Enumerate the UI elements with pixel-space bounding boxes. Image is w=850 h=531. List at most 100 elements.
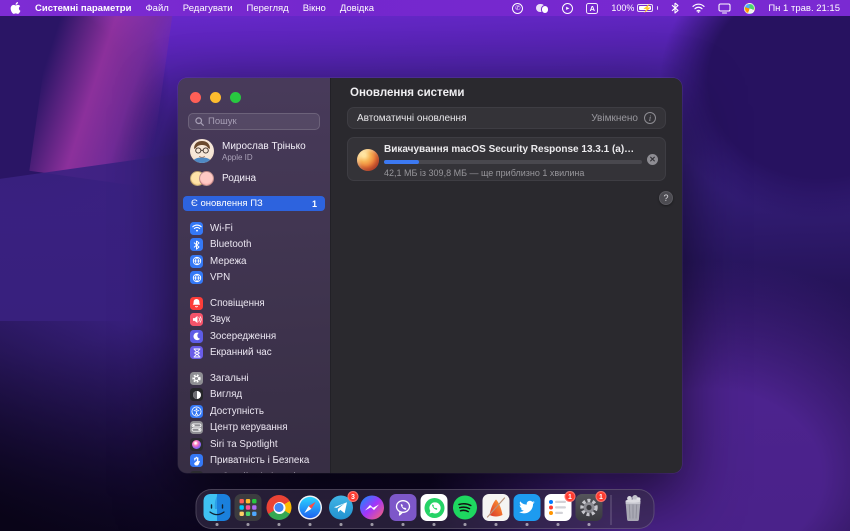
bluetooth-icon[interactable] — [671, 2, 679, 14]
dock-item-launchpad[interactable] — [234, 494, 263, 526]
menubar-app-name[interactable]: Системні параметри — [35, 3, 131, 14]
speaker-icon — [190, 313, 203, 326]
sidebar-item-label: Сповіщення — [210, 298, 265, 309]
running-indicator — [557, 523, 560, 526]
bluetooth-icon — [190, 238, 203, 251]
help-button[interactable]: ? — [659, 191, 673, 205]
menu-edit[interactable]: Редагувати — [183, 3, 233, 14]
running-indicator — [464, 523, 467, 526]
search-icon — [195, 113, 204, 131]
sidebar-item-software-update[interactable]: Є оновлення ПЗ 1 — [183, 196, 325, 211]
wifi-icon[interactable] — [692, 2, 705, 14]
play-circle-menu-icon[interactable]: ▸ — [562, 3, 573, 14]
dock-item-pixelmator[interactable] — [482, 494, 511, 526]
dock-item-safari[interactable] — [296, 494, 325, 526]
dock-item-viber[interactable] — [389, 494, 418, 526]
menu-file[interactable]: Файл — [145, 3, 168, 14]
sidebar-item-vpn[interactable]: VPN — [188, 270, 320, 287]
globe-icon — [190, 271, 203, 284]
download-status: 42,1 МБ із 309,8 МБ — ще приблизно 1 хви… — [384, 168, 656, 178]
sidebar-item-label: Загальні — [210, 373, 249, 384]
dock: 3 — [196, 489, 655, 529]
pixelmator-icon — [483, 494, 510, 521]
dock-item-spotify[interactable] — [451, 494, 480, 526]
close-window-button[interactable] — [190, 92, 201, 103]
sidebar-item-network[interactable]: Мережа — [188, 253, 320, 270]
display-menu-icon[interactable] — [718, 2, 731, 14]
dock-item-telegram[interactable]: 3 — [327, 494, 356, 526]
dock-item-finder[interactable] — [203, 494, 232, 526]
running-indicator — [371, 523, 374, 526]
sidebar-item-control-center[interactable]: Центр керування — [188, 420, 320, 437]
wifi-icon — [190, 222, 203, 235]
sidebar-item-desktop-dock[interactable]: Робочий стіл і Dock — [188, 469, 320, 473]
download-progress-bar — [384, 160, 642, 164]
sidebar-item-label: VPN — [210, 272, 230, 283]
automatic-updates-label: Автоматичні оновлення — [357, 113, 467, 124]
sidebar-item-appearance[interactable]: Вигляд — [188, 387, 320, 404]
zoom-window-button[interactable] — [230, 92, 241, 103]
minimize-window-button[interactable] — [210, 92, 221, 103]
sidebar-item-bluetooth[interactable]: Bluetooth — [188, 237, 320, 254]
dock-item-chrome[interactable] — [265, 494, 294, 526]
avatar — [190, 139, 214, 163]
software-update-badge: 1 — [312, 199, 317, 209]
dock-item-trash[interactable] — [619, 494, 648, 521]
sidebar-item-accessibility[interactable]: Доступність — [188, 403, 320, 420]
battery-icon[interactable]: 100% ⚡ — [611, 2, 658, 14]
dock-item-system-settings[interactable]: 1 — [575, 494, 604, 526]
settings-content: Оновлення системи Автоматичні оновлення … — [330, 78, 682, 473]
apple-id-row[interactable]: Мирослав Трінько Apple ID — [188, 139, 320, 163]
dock-item-twitter[interactable] — [513, 494, 542, 526]
sidebar-item-wifi[interactable]: Wi-Fi — [188, 220, 320, 237]
system-settings-window: Пошук Мирослав Трінько Apple ID Родина Є… — [178, 78, 682, 473]
family-avatars — [190, 171, 214, 186]
safari-icon — [297, 494, 324, 521]
battery-cap — [657, 6, 659, 10]
keyboard-layout-icon[interactable]: A — [586, 3, 598, 14]
dock-item-whatsapp[interactable] — [420, 494, 449, 526]
running-indicator — [402, 523, 405, 526]
sidebar-item-sound[interactable]: Звук — [188, 312, 320, 329]
menu-window[interactable]: Вікно — [303, 3, 326, 14]
profile-name: Мирослав Трінько — [222, 141, 306, 152]
sidebar-item-label: Центр керування — [210, 422, 288, 433]
app-status-icon[interactable] — [744, 3, 755, 14]
launchpad-icon — [235, 494, 262, 521]
running-indicator — [526, 523, 529, 526]
desktop: Системні параметри Файл Редагувати Перег… — [0, 0, 850, 531]
page-title: Оновлення системи — [350, 87, 465, 99]
gear-icon — [190, 372, 203, 385]
sidebar-item-notifications[interactable]: Сповіщення — [188, 295, 320, 312]
sidebar-item-focus[interactable]: Зосередження — [188, 328, 320, 345]
sidebar-item-general[interactable]: Загальні — [188, 370, 320, 387]
search-input[interactable]: Пошук — [188, 113, 320, 130]
sidebar-item-screen-time[interactable]: Екранний час — [188, 345, 320, 362]
sidebar-item-label: Екранний час — [210, 347, 272, 358]
search-placeholder: Пошук — [208, 116, 237, 127]
menu-view[interactable]: Перегляд — [247, 3, 289, 14]
family-row[interactable]: Родина — [188, 171, 320, 186]
dock-separator — [611, 495, 612, 525]
info-icon[interactable]: i — [644, 112, 656, 124]
dock-item-reminders[interactable]: 1 — [544, 494, 573, 526]
sidebar-item-privacy[interactable]: Приватність і Безпека — [188, 453, 320, 470]
sidebar-item-label: Bluetooth — [210, 239, 251, 250]
spotify-icon — [452, 494, 479, 521]
automatic-updates-row[interactable]: Автоматичні оновлення Увімкнено i — [347, 107, 666, 129]
chrome-icon — [266, 494, 293, 521]
apple-logo-icon[interactable] — [10, 2, 21, 14]
family-label: Родина — [222, 173, 256, 184]
sidebar-item-siri[interactable]: Siri та Spotlight — [188, 436, 320, 453]
software-update-label: Є оновлення ПЗ — [191, 198, 263, 209]
dock-item-messenger[interactable] — [358, 494, 387, 526]
menubar-clock[interactable]: Пн 1 трав. 21:15 — [768, 3, 840, 14]
messenger-icon — [359, 494, 386, 521]
menu-help[interactable]: Довідка — [340, 3, 374, 14]
sidebar-item-label: Зосередження — [210, 331, 276, 342]
viber-menu-icon[interactable]: ✆ — [512, 3, 523, 14]
globe-icon — [190, 255, 203, 268]
twitter-icon — [514, 494, 541, 521]
cancel-download-icon[interactable]: ✕ — [647, 154, 658, 165]
coins-menu-icon[interactable] — [536, 3, 549, 14]
